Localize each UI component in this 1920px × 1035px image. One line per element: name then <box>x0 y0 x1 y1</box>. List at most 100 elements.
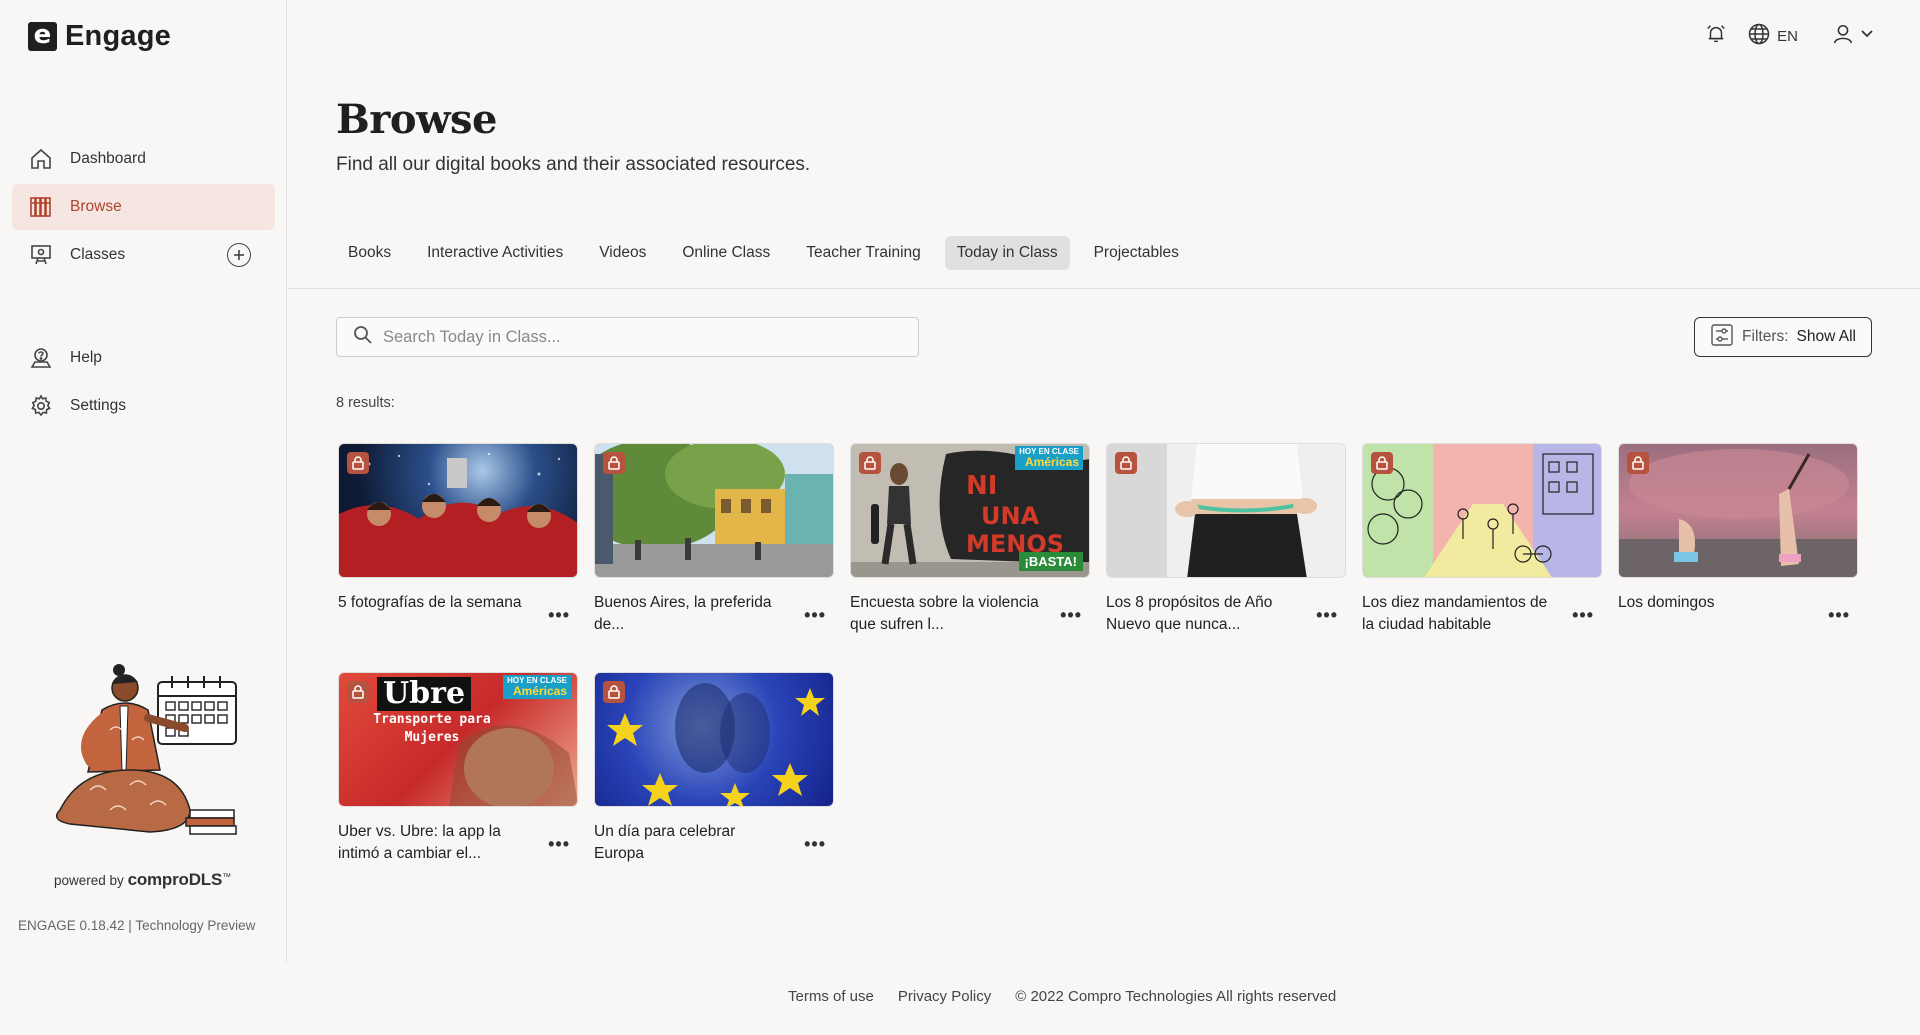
trademark-mark: ™ <box>222 871 232 882</box>
more-options-button[interactable]: ••• <box>548 605 570 626</box>
sidebar-item-label: Browse <box>70 198 122 215</box>
waist-measure-photo <box>1107 444 1345 577</box>
copyright-text: © 2022 Compro Technologies All rights re… <box>1015 988 1337 1005</box>
sidebar-item-dashboard[interactable]: Dashboard <box>12 136 275 182</box>
card-thumbnail[interactable] <box>1106 443 1346 578</box>
thumb-badge-top: HOY EN CLASE Américas <box>1015 446 1083 470</box>
help-icon <box>28 345 54 371</box>
search-input[interactable] <box>383 327 903 347</box>
svg-text:NI: NI <box>966 471 997 501</box>
powered-by: powered by comproDLS™ <box>54 870 231 890</box>
card-thumbnail[interactable]: Ubre Transporte para Mujeres HOY EN CLAS… <box>338 672 578 807</box>
card-title[interactable]: Un día para celebrar Europa <box>594 821 789 865</box>
page-subtitle: Find all our digital books and their ass… <box>336 154 811 175</box>
card-thumbnail[interactable]: NI UNA MENOS HOY EN CLASE Américas ¡BASTA! <box>850 443 1090 578</box>
sidebar-item-label: Settings <box>70 397 127 414</box>
powered-prefix: powered by <box>54 873 124 888</box>
app-name: Engage <box>65 20 171 52</box>
search-box[interactable] <box>336 317 919 357</box>
list-item[interactable]: Los 8 propósitos de Año Nuevo que nunca.… <box>1106 443 1346 636</box>
list-item[interactable]: 5 fotografías de la semana ••• <box>338 443 578 625</box>
lock-icon <box>603 681 625 703</box>
tab-interactive-activities[interactable]: Interactive Activities <box>415 236 575 270</box>
terms-link[interactable]: Terms of use <box>788 988 874 1005</box>
painting-hands-photo <box>1619 449 1857 577</box>
sidebar-item-label: Classes <box>70 246 126 263</box>
tab-projectables[interactable]: Projectables <box>1082 236 1191 270</box>
card-thumbnail[interactable] <box>594 672 834 807</box>
card-thumbnail[interactable] <box>1618 443 1858 578</box>
card-thumbnail[interactable] <box>594 443 834 578</box>
lock-icon <box>1371 452 1393 474</box>
tab-videos[interactable]: Videos <box>587 236 658 270</box>
list-item[interactable]: Los diez mandamientos de la ciudad habit… <box>1362 443 1602 636</box>
city-illustration <box>1363 444 1601 577</box>
celebration-photo <box>339 452 577 577</box>
card-title[interactable]: Los diez mandamientos de la ciudad habit… <box>1362 592 1557 636</box>
more-options-button[interactable]: ••• <box>1572 605 1594 626</box>
filters-button[interactable]: Filters: Show All <box>1694 317 1872 357</box>
card-title[interactable]: Encuesta sobre la violencia que sufren l… <box>850 592 1045 636</box>
sidebar-item-settings[interactable]: Settings <box>12 383 275 429</box>
sidebar-item-help[interactable]: Help <box>12 335 275 381</box>
lock-icon <box>347 681 369 703</box>
globe-icon <box>1747 22 1771 50</box>
lock-icon <box>347 452 369 474</box>
card-title[interactable]: Los 8 propósitos de Año Nuevo que nunca.… <box>1106 592 1301 636</box>
filters-label: Filters: <box>1742 328 1789 345</box>
more-options-button[interactable]: ••• <box>804 834 826 855</box>
classroom-icon <box>28 242 54 268</box>
card-thumbnail[interactable] <box>1362 443 1602 578</box>
app-logo[interactable]: e Engage <box>28 20 171 53</box>
logo-mark: e <box>28 22 57 51</box>
buenos-aires-street-photo <box>595 444 833 577</box>
list-item[interactable]: Un día para celebrar Europa ••• <box>594 672 834 865</box>
more-options-button[interactable]: ••• <box>1828 605 1850 626</box>
more-options-button[interactable]: ••• <box>804 605 826 626</box>
page-footer: Terms of use Privacy Policy © 2022 Compr… <box>788 988 1336 1005</box>
more-options-button[interactable]: ••• <box>1316 605 1338 626</box>
tab-online-class[interactable]: Online Class <box>670 236 782 270</box>
card-title[interactable]: 5 fotografías de la semana <box>338 592 533 614</box>
powered-brand: comproDLS <box>127 870 223 889</box>
filter-sliders-icon <box>1710 323 1734 352</box>
language-selector[interactable]: EN <box>1747 22 1798 50</box>
language-label: EN <box>1777 27 1798 45</box>
teacher-illustration <box>40 660 250 844</box>
alarm-bell-icon <box>1705 23 1727 49</box>
sidebar-item-label: Dashboard <box>70 150 146 167</box>
thumb-badge-bottom: ¡BASTA! <box>1018 552 1083 571</box>
thumb-title-ubre: Ubre <box>377 677 472 711</box>
version-label: ENGAGE 0.18.42 | Technology Preview <box>18 918 256 933</box>
sidebar: e Engage Dashboard Browse Classes Help S… <box>0 0 287 962</box>
more-options-button[interactable]: ••• <box>1060 605 1082 626</box>
card-title[interactable]: Uber vs. Ubre: la app la intimó a cambia… <box>338 821 533 865</box>
tab-books[interactable]: Books <box>336 236 403 270</box>
page-title: Browse <box>336 96 497 143</box>
user-menu-button[interactable] <box>1832 23 1874 49</box>
list-item[interactable]: Buenos Aires, la preferida de... ••• <box>594 443 834 636</box>
thumb-subtitle: Transporte para Mujeres <box>373 712 491 745</box>
card-title[interactable]: Buenos Aires, la preferida de... <box>594 592 789 636</box>
more-options-button[interactable]: ••• <box>548 834 570 855</box>
lock-icon <box>1115 452 1137 474</box>
list-item[interactable]: NI UNA MENOS HOY EN CLASE Américas ¡BASTA! <box>850 443 1090 636</box>
tab-today-in-class[interactable]: Today in Class <box>944 236 1070 270</box>
results-count: 8 results: <box>336 395 395 411</box>
tab-teacher-training[interactable]: Teacher Training <box>794 236 933 270</box>
gear-icon <box>28 393 54 419</box>
chevron-down-icon <box>1860 27 1874 45</box>
notifications-button[interactable] <box>1705 23 1727 49</box>
list-item[interactable]: Ubre Transporte para Mujeres HOY EN CLAS… <box>338 672 578 865</box>
card-title[interactable]: Los domingos <box>1618 592 1813 614</box>
sidebar-item-browse[interactable]: Browse <box>12 184 275 230</box>
top-bar: EN <box>1705 22 1874 50</box>
sidebar-item-classes[interactable]: Classes <box>12 232 275 278</box>
card-thumbnail[interactable] <box>338 443 578 578</box>
sidebar-item-label: Help <box>70 349 102 366</box>
secondary-nav: Help Settings <box>12 335 275 431</box>
list-item[interactable]: Los domingos ••• <box>1618 443 1858 625</box>
lock-icon <box>1627 452 1649 474</box>
privacy-link[interactable]: Privacy Policy <box>898 988 991 1005</box>
add-class-button[interactable] <box>227 243 251 267</box>
